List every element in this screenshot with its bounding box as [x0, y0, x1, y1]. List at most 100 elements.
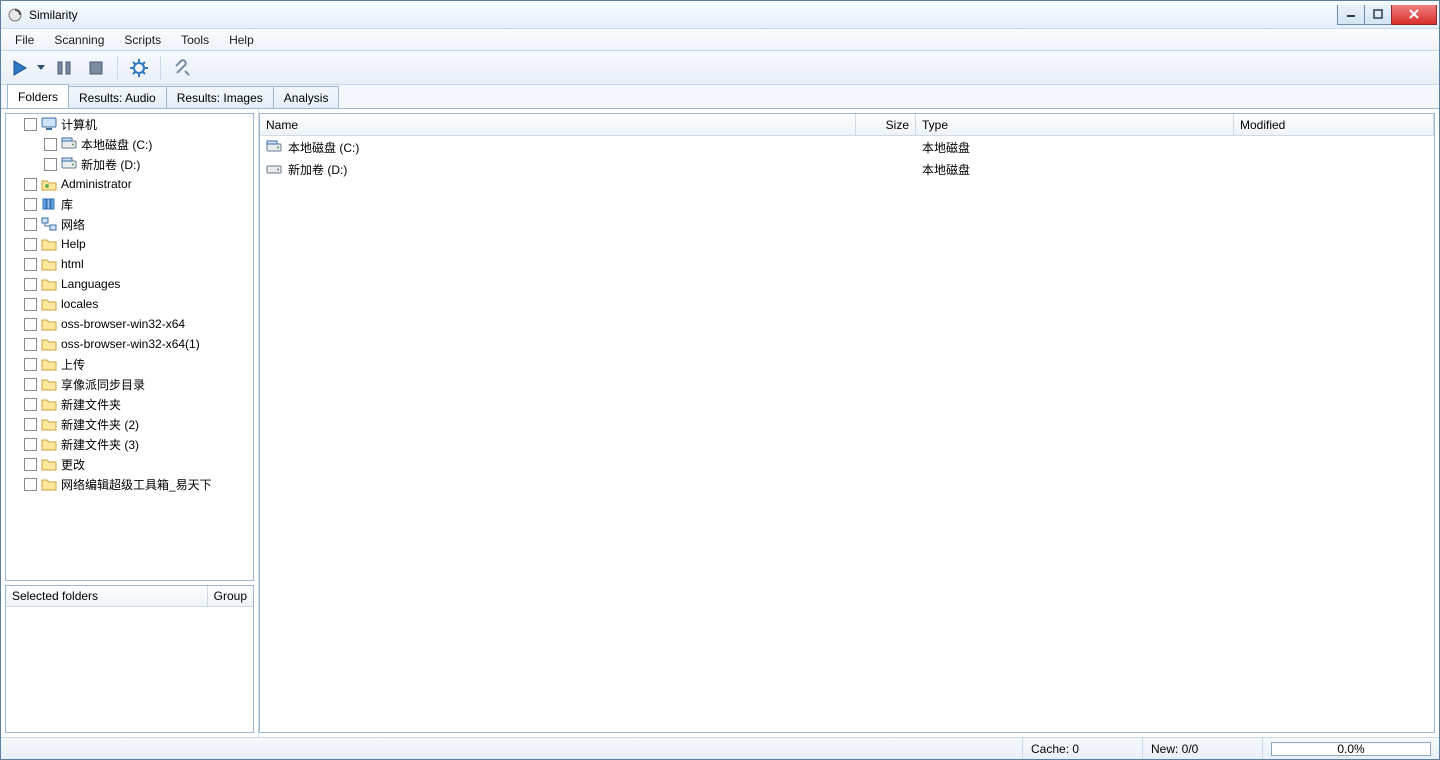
play-button[interactable] — [5, 54, 35, 82]
checkbox[interactable] — [24, 358, 37, 371]
checkbox[interactable] — [44, 158, 57, 171]
file-list-body[interactable]: 本地磁盘 (C:) 本地磁盘新加卷 (D:)本地磁盘 — [260, 136, 1434, 732]
tree-item-7[interactable]: oss-browser-win32-x64 — [6, 314, 253, 334]
tab-results-audio[interactable]: Results: Audio — [68, 86, 167, 108]
checkbox[interactable] — [24, 458, 37, 471]
window-buttons — [1338, 5, 1437, 25]
checkbox[interactable] — [44, 138, 57, 151]
statusbar: Cache: 0 New: 0/0 0.0% — [1, 737, 1439, 759]
play-dropdown[interactable] — [35, 54, 47, 82]
checkbox[interactable] — [24, 298, 37, 311]
menu-file[interactable]: File — [5, 29, 44, 50]
menu-scripts[interactable]: Scripts — [114, 29, 171, 50]
folder-icon — [41, 356, 57, 372]
checkbox[interactable] — [24, 378, 37, 391]
menu-help[interactable]: Help — [219, 29, 264, 50]
user-folder-icon — [41, 176, 57, 192]
col-modified[interactable]: Modified — [1234, 114, 1434, 135]
checkbox[interactable] — [24, 318, 37, 331]
tree-label: 网络 — [61, 216, 85, 233]
network-icon — [41, 216, 57, 232]
close-button[interactable] — [1391, 5, 1437, 25]
checkbox[interactable] — [24, 198, 37, 211]
checkbox[interactable] — [24, 338, 37, 351]
stop-icon — [88, 60, 104, 76]
tree-drive-1[interactable]: 新加卷 (D:) — [6, 154, 253, 174]
checkbox[interactable] — [24, 258, 37, 271]
tree-drive-0[interactable]: 本地磁盘 (C:) — [6, 134, 253, 154]
tab-results-images[interactable]: Results: Images — [166, 86, 274, 108]
checkbox[interactable] — [24, 438, 37, 451]
tree-label: Help — [61, 237, 86, 251]
tree-item-3[interactable]: Help — [6, 234, 253, 254]
toolbar-separator — [160, 56, 161, 80]
row-name: 本地磁盘 (C:) — [288, 139, 359, 156]
tree-item-0[interactable]: Administrator — [6, 174, 253, 194]
menu-scanning[interactable]: Scanning — [44, 29, 114, 50]
tree-item-10[interactable]: 享像派同步目录 — [6, 374, 253, 394]
cell-name: 本地磁盘 (C:) — [260, 139, 856, 156]
tree-item-15[interactable]: 网络编辑超级工具箱_易天下 — [6, 474, 253, 494]
computer-icon — [41, 116, 57, 132]
tree-item-5[interactable]: Languages — [6, 274, 253, 294]
tree-item-14[interactable]: 更改 — [6, 454, 253, 474]
folder-icon — [41, 316, 57, 332]
tree-label: 新建文件夹 (3) — [61, 436, 139, 453]
col-type[interactable]: Type — [916, 114, 1234, 135]
folder-icon — [41, 396, 57, 412]
checkbox[interactable] — [24, 238, 37, 251]
tree-label: 计算机 — [61, 116, 97, 133]
list-row-1[interactable]: 新加卷 (D:)本地磁盘 — [260, 158, 1434, 180]
pause-button[interactable] — [49, 54, 79, 82]
folder-icon — [41, 476, 57, 492]
gear-icon — [130, 59, 148, 77]
settings-button[interactable] — [124, 54, 154, 82]
checkbox[interactable] — [24, 118, 37, 131]
maximize-button[interactable] — [1364, 5, 1392, 25]
checkbox[interactable] — [24, 398, 37, 411]
tree-item-8[interactable]: oss-browser-win32-x64(1) — [6, 334, 253, 354]
col-size[interactable]: Size — [856, 114, 916, 135]
group-col[interactable]: Group — [207, 586, 253, 606]
col-name[interactable]: Name — [260, 114, 856, 135]
tree-label: 本地磁盘 (C:) — [81, 136, 152, 153]
pause-icon — [56, 60, 72, 76]
tab-folders[interactable]: Folders — [7, 84, 69, 108]
tree-label: oss-browser-win32-x64 — [61, 317, 185, 331]
tree-label: Languages — [61, 277, 120, 291]
tree-label: 新建文件夹 (2) — [61, 416, 139, 433]
checkbox[interactable] — [24, 278, 37, 291]
drive-icon — [61, 156, 77, 172]
selected-folders-panel: Selected folders Group — [5, 585, 254, 733]
checkbox[interactable] — [24, 418, 37, 431]
tree-item-2[interactable]: 网络 — [6, 214, 253, 234]
tree-item-9[interactable]: 上传 — [6, 354, 253, 374]
list-row-0[interactable]: 本地磁盘 (C:) 本地磁盘 — [260, 136, 1434, 158]
tree-item-11[interactable]: 新建文件夹 — [6, 394, 253, 414]
stop-button[interactable] — [81, 54, 111, 82]
menu-tools[interactable]: Tools — [171, 29, 219, 50]
status-progress-cell: 0.0% — [1262, 738, 1439, 759]
minimize-button[interactable] — [1337, 5, 1365, 25]
tree-root-computer[interactable]: 计算机 — [6, 114, 253, 134]
tools-button[interactable] — [167, 54, 197, 82]
checkbox[interactable] — [24, 218, 37, 231]
tree-item-13[interactable]: 新建文件夹 (3) — [6, 434, 253, 454]
titlebar[interactable]: Similarity — [1, 1, 1439, 29]
tree-label: 新加卷 (D:) — [81, 156, 140, 173]
selected-folders-col[interactable]: Selected folders — [6, 586, 104, 606]
cell-type: 本地磁盘 — [916, 139, 1234, 156]
checkbox[interactable] — [24, 178, 37, 191]
tab-analysis[interactable]: Analysis — [273, 86, 340, 108]
tree-item-4[interactable]: html — [6, 254, 253, 274]
tree-item-6[interactable]: locales — [6, 294, 253, 314]
folder-tree[interactable]: 计算机本地磁盘 (C:) 新加卷 (D:)Administrator库网络 Help… — [5, 113, 254, 581]
checkbox[interactable] — [24, 478, 37, 491]
file-list-header: Name Size Type Modified — [260, 114, 1434, 136]
folder-icon — [41, 276, 57, 292]
tree-item-12[interactable]: 新建文件夹 (2) — [6, 414, 253, 434]
drive-plain-icon — [266, 161, 282, 177]
status-new: New: 0/0 — [1142, 738, 1262, 759]
tree-item-1[interactable]: 库 — [6, 194, 253, 214]
folder-icon — [41, 456, 57, 472]
